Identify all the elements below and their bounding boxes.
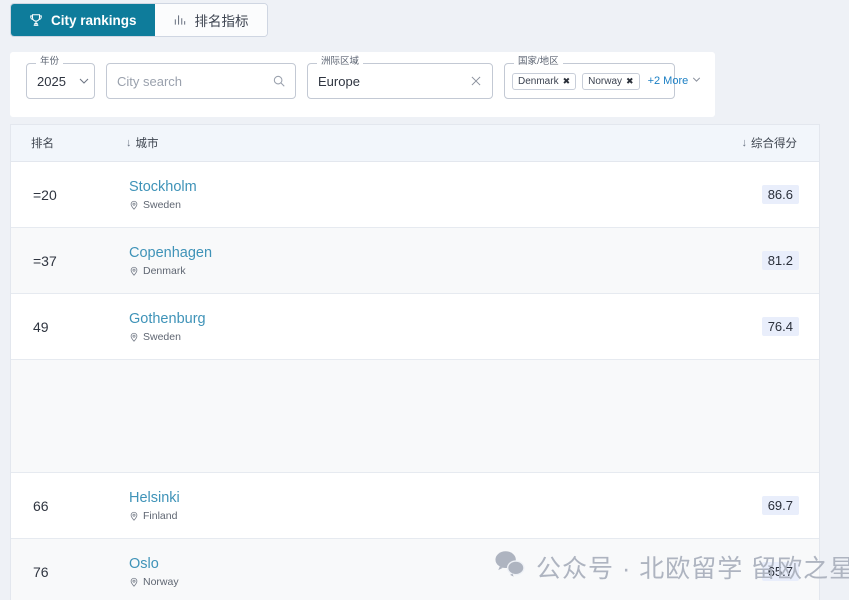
table-header-row: 排名 ↓ 城市 ↓ 综合得分 xyxy=(11,124,819,162)
country-multiselect[interactable]: 国家/地区 Denmark ✖ Norway ✖ +2 More xyxy=(504,57,701,99)
table-body: =20 Stockholm Sweden 86.6 =37 Copenhagen Denma… xyxy=(11,162,819,600)
filter-panel: 年份 2025 City search 洲际区域 Europe 国家/地区 De… xyxy=(10,52,715,117)
score-badge: 65.7 xyxy=(761,562,799,581)
search-icon[interactable] xyxy=(272,74,286,88)
tab-label: City rankings xyxy=(51,12,137,28)
cell-score: 86.6 xyxy=(689,185,819,204)
location-pin-icon xyxy=(129,577,139,588)
country-chip-norway[interactable]: Norway ✖ xyxy=(582,72,640,90)
country-chip-denmark[interactable]: Denmark ✖ xyxy=(512,72,577,90)
location-pin-icon xyxy=(129,332,139,343)
sort-descending-icon: ↓ xyxy=(741,137,748,149)
cell-rank: 49 xyxy=(33,318,49,335)
cell-rank: 66 xyxy=(33,497,49,514)
chip-remove-icon[interactable]: ✖ xyxy=(626,76,634,87)
location-pin-icon xyxy=(129,266,139,277)
table-row[interactable]: 76 Oslo Norway 65.7 xyxy=(11,539,819,600)
score-badge: 76.4 xyxy=(761,317,799,336)
table-row[interactable]: 49 Gothenburg Sweden 76.4 xyxy=(11,294,819,360)
chevron-down-icon xyxy=(76,73,92,89)
country-label: 国家/地区 xyxy=(514,57,563,67)
column-header-score[interactable]: ↓ 综合得分 xyxy=(689,135,819,151)
table-row[interactable]: =37 Copenhagen Denmark 81.2 xyxy=(11,228,819,294)
chip-remove-icon[interactable]: ✖ xyxy=(563,76,571,87)
more-label: +2 More xyxy=(647,75,689,87)
year-value: 2025 xyxy=(37,73,66,89)
chip-label: Denmark xyxy=(518,75,559,87)
table-row[interactable]: =20 Stockholm Sweden 86.6 xyxy=(11,162,819,228)
view-tabs: City rankings 排名指标 xyxy=(10,3,268,37)
table-row[interactable]: 66 Helsinki Finland 69.7 xyxy=(11,473,819,539)
city-link[interactable]: Oslo xyxy=(129,555,689,575)
column-header-label: 综合得分 xyxy=(751,138,797,150)
score-badge: 69.7 xyxy=(761,496,799,515)
sort-descending-icon: ↓ xyxy=(126,137,132,149)
city-country: Finland xyxy=(129,510,689,522)
country-more-link[interactable]: +2 More xyxy=(648,73,704,89)
tab-label: 排名指标 xyxy=(194,14,249,29)
city-country: Norway xyxy=(129,576,689,588)
cell-city: Oslo Norway xyxy=(126,555,689,589)
cell-rank: =37 xyxy=(33,252,57,269)
close-icon[interactable] xyxy=(469,74,483,88)
city-search-field[interactable]: City search xyxy=(106,63,296,99)
year-label: 年份 xyxy=(36,57,64,67)
city-country: Sweden xyxy=(129,199,689,211)
year-select[interactable]: 年份 2025 xyxy=(26,57,95,99)
column-header-rank[interactable]: 排名 xyxy=(11,135,126,151)
city-link[interactable]: Stockholm xyxy=(129,178,689,198)
trophy-icon xyxy=(29,13,43,27)
city-country: Denmark xyxy=(129,265,689,277)
bar-chart-icon xyxy=(173,13,187,27)
cell-score: 81.2 xyxy=(689,251,819,270)
cell-rank: =20 xyxy=(33,186,57,203)
column-header-city[interactable]: ↓ 城市 xyxy=(126,135,689,151)
column-header-label: 城市 xyxy=(135,138,159,150)
cell-score: 76.4 xyxy=(689,317,819,336)
rankings-table: 排名 ↓ 城市 ↓ 综合得分 =20 Stockholm Sweden 86.6 =37… xyxy=(10,124,820,600)
cell-city: Stockholm Sweden xyxy=(126,178,689,212)
country-label: Finland xyxy=(143,510,178,523)
country-label: Sweden xyxy=(143,331,181,344)
cell-city: Helsinki Finland xyxy=(126,489,689,523)
location-pin-icon xyxy=(129,511,139,522)
region-label: 洲际区域 xyxy=(317,57,364,67)
filter-row: 年份 2025 City search 洲际区域 Europe 国家/地区 De… xyxy=(10,52,715,99)
city-link[interactable]: Helsinki xyxy=(129,489,689,509)
column-header-label: 排名 xyxy=(31,138,54,150)
chevron-down-icon xyxy=(690,73,703,89)
score-badge: 86.6 xyxy=(761,185,799,204)
city-link[interactable]: Gothenburg xyxy=(129,310,689,330)
cell-city: Copenhagen Denmark xyxy=(126,244,689,278)
country-label: Denmark xyxy=(143,265,186,278)
city-country: Sweden xyxy=(129,331,689,343)
score-badge: 81.2 xyxy=(761,251,799,270)
city-search-placeholder: City search xyxy=(117,73,183,89)
country-label: Sweden xyxy=(143,199,181,212)
tab-ranking-indicators[interactable]: 排名指标 xyxy=(154,4,267,36)
city-link[interactable]: Copenhagen xyxy=(129,244,689,264)
cell-score: 69.7 xyxy=(689,496,819,515)
cell-rank: 76 xyxy=(33,563,49,580)
cell-score: 65.7 xyxy=(689,562,819,581)
table-row-empty xyxy=(11,360,819,473)
region-select[interactable]: 洲际区域 Europe xyxy=(307,57,493,99)
country-label: Norway xyxy=(143,576,179,589)
region-value: Europe xyxy=(318,73,360,89)
cell-city: Gothenburg Sweden xyxy=(126,310,689,344)
tab-city-rankings[interactable]: City rankings xyxy=(11,4,155,36)
chip-label: Norway xyxy=(588,75,623,87)
location-pin-icon xyxy=(129,200,139,211)
